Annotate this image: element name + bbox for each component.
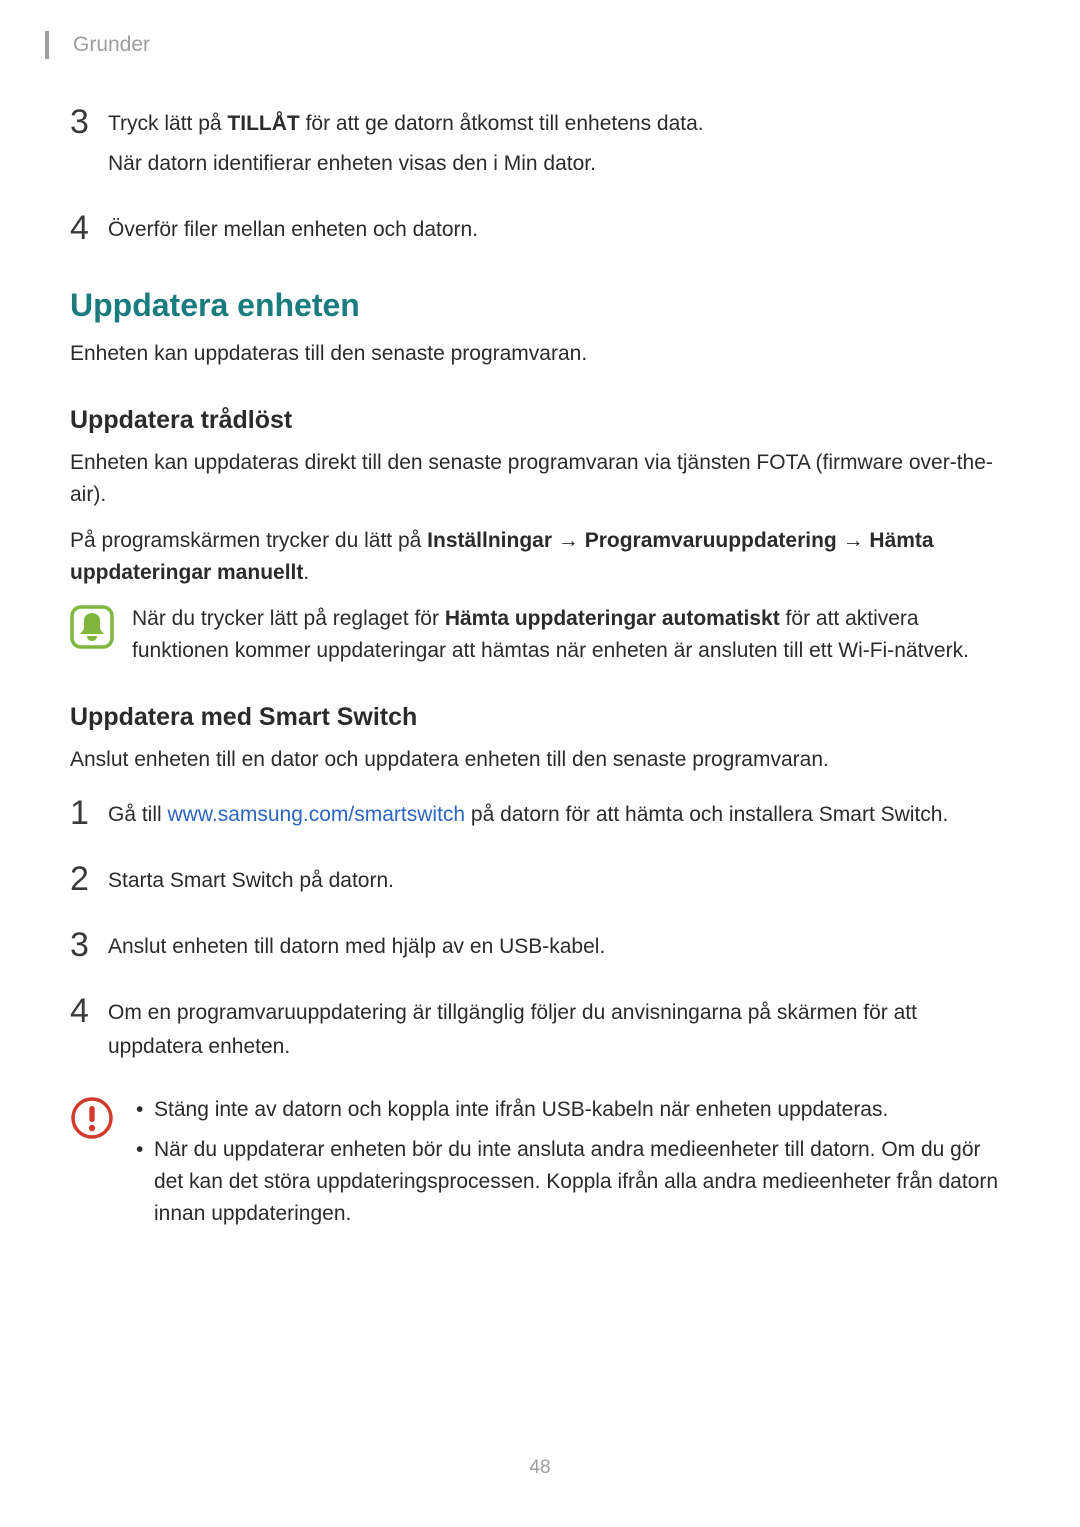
page-number: 48 — [0, 1457, 1080, 1479]
step-3: 3 Tryck lätt på TILLÅT för att ge datorn… — [70, 105, 1010, 187]
step-body: Starta Smart Switch på datorn. — [108, 862, 1010, 904]
step-4: 4 Överför filer mellan enheten och dator… — [70, 211, 1010, 253]
header-accent-line — [45, 31, 49, 59]
text: . — [303, 561, 309, 584]
smart-switch-steps: 1 Gå till www.samsung.com/smartswitch på… — [70, 796, 1010, 1070]
paragraph: Anslut enheten till en dator och uppdate… — [70, 744, 1010, 776]
step-text: Anslut enheten till datorn med hjälp av … — [108, 930, 1010, 964]
step-text: Gå till — [108, 803, 168, 826]
step-text: Tryck lätt på — [108, 112, 227, 135]
step-body: Överför filer mellan enheten och datorn. — [108, 211, 1010, 253]
warning-item: Stäng inte av datorn och koppla inte ifr… — [132, 1094, 1010, 1126]
note-body: När du trycker lätt på reglaget för Hämt… — [132, 603, 1010, 667]
warning-icon — [70, 1096, 114, 1140]
subheading-smart-switch: Uppdatera med Smart Switch — [70, 703, 1010, 732]
text: På programskärmen trycker du lätt på — [70, 529, 427, 552]
step-number: 3 — [70, 105, 108, 139]
ss-step-1: 1 Gå till www.samsung.com/smartswitch på… — [70, 796, 1010, 838]
smartswitch-link[interactable]: www.samsung.com/smartswitch — [168, 803, 466, 826]
step-text: Överför filer mellan enheten och datorn. — [108, 213, 1010, 247]
step-body: Tryck lätt på TILLÅT för att ge datorn å… — [108, 105, 1010, 187]
arrow-text: → — [837, 529, 870, 552]
step-number: 4 — [70, 211, 108, 245]
step-body: Anslut enheten till datorn med hjälp av … — [108, 928, 1010, 970]
paragraph: På programskärmen trycker du lätt på Ins… — [70, 525, 1010, 589]
step-number: 2 — [70, 862, 108, 896]
page-content: 3 Tryck lätt på TILLÅT för att ge datorn… — [0, 60, 1080, 1238]
step-text: på datorn för att hämta och installera S… — [465, 803, 948, 826]
paragraph: Enheten kan uppdateras direkt till den s… — [70, 447, 1010, 511]
step-body: Om en programvaruuppdatering är tillgäng… — [108, 994, 1010, 1070]
note-text: När du trycker lätt på reglaget för — [132, 607, 445, 630]
page-header-tab: Grunder — [45, 30, 1080, 60]
warning-list: Stäng inte av datorn och koppla inte ifr… — [132, 1094, 1010, 1230]
step-text-secondary: När datorn identifierar enheten visas de… — [108, 147, 1010, 181]
warning-body: Stäng inte av datorn och koppla inte ifr… — [132, 1094, 1010, 1238]
step-number: 1 — [70, 796, 108, 830]
note-callout: När du trycker lätt på reglaget för Hämt… — [70, 603, 1010, 667]
section-heading-update-device: Uppdatera enheten — [70, 287, 1010, 324]
text-bold: Inställningar — [427, 529, 552, 552]
arrow-text: → — [552, 529, 585, 552]
step-text: Starta Smart Switch på datorn. — [108, 864, 1010, 898]
warning-item: När du uppdaterar enheten bör du inte an… — [132, 1134, 1010, 1230]
note-text-bold: Hämta uppdateringar automatiskt — [445, 607, 780, 630]
step-number: 4 — [70, 994, 108, 1028]
step-body: Gå till www.samsung.com/smartswitch på d… — [108, 796, 1010, 838]
subheading-wireless-update: Uppdatera trådlöst — [70, 406, 1010, 435]
ss-step-3: 3 Anslut enheten till datorn med hjälp a… — [70, 928, 1010, 970]
step-text: Om en programvaruuppdatering är tillgäng… — [108, 996, 1010, 1064]
step-number: 3 — [70, 928, 108, 962]
step-text: för att ge datorn åtkomst till enhetens … — [300, 112, 704, 135]
ss-step-2: 2 Starta Smart Switch på datorn. — [70, 862, 1010, 904]
section-intro: Enheten kan uppdateras till den senaste … — [70, 338, 1010, 370]
note-icon — [70, 605, 114, 649]
step-text-bold: TILLÅT — [227, 112, 299, 135]
header-section-label: Grunder — [73, 33, 150, 57]
warning-callout: Stäng inte av datorn och koppla inte ifr… — [70, 1094, 1010, 1238]
ss-step-4: 4 Om en programvaruuppdatering är tillgä… — [70, 994, 1010, 1070]
text-bold: Programvaruuppdatering — [585, 529, 837, 552]
page-container: Grunder 3 Tryck lätt på TILLÅT för att g… — [0, 0, 1080, 1527]
